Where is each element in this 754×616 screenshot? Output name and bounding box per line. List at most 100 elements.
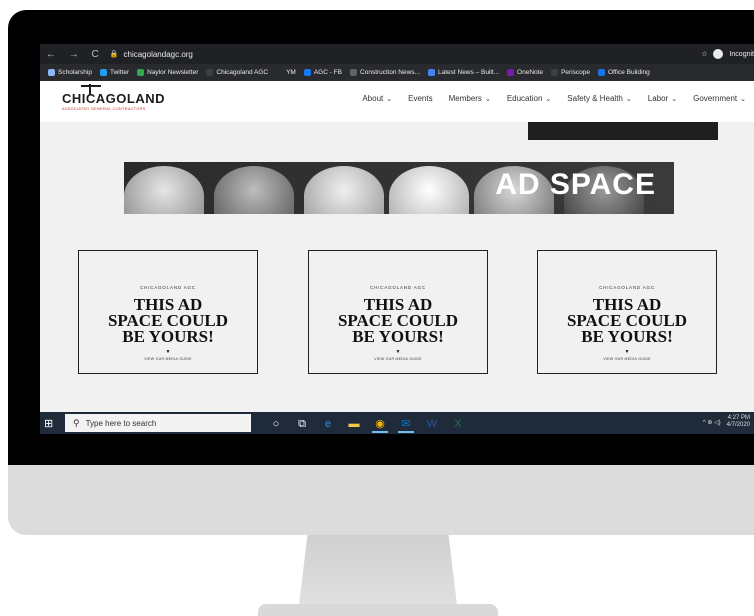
- media-guide-link[interactable]: VIEW OUR MEDIA GUIDE: [538, 357, 716, 361]
- outlook-icon[interactable]: ✉: [398, 415, 414, 433]
- tray-icons[interactable]: ^ ⊕ ◁): [703, 419, 721, 426]
- lock-icon: 🔒: [109, 51, 119, 58]
- chevron-down-icon: ⌄: [545, 96, 552, 103]
- bookmark-item[interactable]: Naylor Newsletter: [137, 69, 198, 76]
- ad-box[interactable]: CHICAGOLAND AGC THIS AD SPACE COULD BE YOUR…: [308, 250, 488, 374]
- excel-icon[interactable]: X: [450, 416, 466, 432]
- monitor-screen: ← → C 🔒 chicagolandagc.org ☆ Incognit Sc…: [40, 44, 754, 434]
- crane-logo-icon: [81, 84, 101, 95]
- windows-taskbar: ⊞ ⚲ Type here to search ○ ⧉ e ▬ ◉ ✉ W X ^ ⊕ ◁) …: [40, 412, 754, 434]
- chevron-down-icon: ⌄: [671, 96, 678, 103]
- windows-start-icon[interactable]: ⊞: [44, 417, 53, 430]
- bookmarks-bar: Scholarship Twitter Naylor Newsletter Chica…: [40, 64, 754, 81]
- ad-headline-line: BE YOURS!: [122, 327, 214, 346]
- bookmark-icon: [99, 69, 107, 76]
- clock-date: 4/7/2020: [726, 422, 750, 428]
- bookmark-icon: [427, 69, 435, 76]
- incognito-avatar-icon[interactable]: [713, 49, 724, 59]
- bookmark-icon: [350, 69, 358, 76]
- bookmark-label: Naylor Newsletter: [147, 69, 199, 76]
- nav-item-label: Government: [693, 94, 738, 103]
- site-logo[interactable]: CHICAGOLAND ASSOCIATED GENERAL CONTRACTO…: [62, 84, 165, 111]
- bookmark-label: Chicagoland AGC: [216, 69, 269, 76]
- triangle-down-icon: ▼: [624, 349, 630, 355]
- nav-item-education[interactable]: Education ⌄: [507, 94, 551, 103]
- chevron-down-icon: ⌄: [740, 96, 746, 103]
- bookmark-icon: [137, 69, 145, 76]
- nav-item-label: Education: [506, 94, 543, 103]
- bookmark-icon: [303, 69, 311, 76]
- bookmark-icon: [276, 69, 284, 76]
- nav-item-label: Events: [408, 94, 433, 103]
- bookmark-item[interactable]: Office Building: [597, 69, 650, 76]
- bookmark-label: Construction News...: [360, 69, 420, 76]
- site-header: CHICAGOLAND ASSOCIATED GENERAL CONTRACTO…: [40, 81, 754, 122]
- nav-item-safety-health[interactable]: Safety & Health ⌄: [567, 94, 631, 103]
- hardhat-image: [304, 166, 384, 214]
- chevron-down-icon: ⌄: [386, 96, 393, 103]
- profile-label[interactable]: Incognit: [729, 51, 754, 58]
- nav-item-labor[interactable]: Labor ⌄: [648, 94, 677, 103]
- bookmark-icon: [551, 69, 559, 76]
- bookmark-label: Twitter: [109, 69, 130, 76]
- search-icon: ⚲: [73, 417, 80, 428]
- taskbar-search-box[interactable]: ⚲ Type here to search: [65, 414, 251, 432]
- bookmark-item[interactable]: OneNote: [507, 69, 543, 76]
- bookmark-item[interactable]: Twitter: [99, 69, 130, 76]
- ad-space-banner[interactable]: AD SPACE: [124, 162, 674, 214]
- bookmark-item[interactable]: Periscope: [551, 69, 590, 76]
- ad-box[interactable]: CHICAGOLAND AGC THIS AD SPACE COULD BE YOUR…: [537, 250, 717, 374]
- monitor-stand-foot: [258, 604, 498, 616]
- ad-headline: THIS AD SPACE COULD BE YOURS!: [309, 296, 487, 345]
- taskbar-clock[interactable]: 4:27 PM 4/7/2020: [727, 415, 750, 429]
- logo-text: CHICAGOLAND: [62, 91, 165, 106]
- nav-item-label: Safety & Health: [567, 94, 623, 103]
- task-view-icon[interactable]: ⧉: [294, 416, 310, 432]
- nav-item-label: Labor: [647, 94, 669, 103]
- main-navigation: About ⌄ Events Members ⌄ Education ⌄ Safety & H…: [362, 94, 746, 103]
- nav-item-members[interactable]: Members ⌄: [449, 94, 491, 103]
- monitor-stand-neck: [298, 534, 458, 613]
- ad-box[interactable]: CHICAGOLAND AGC THIS AD SPACE COULD BE YOUR…: [78, 250, 258, 374]
- bookmark-label: Scholarship: [58, 69, 92, 76]
- search-placeholder: Type here to search: [85, 418, 157, 428]
- bookmark-item[interactable]: AGC - FB: [303, 69, 342, 76]
- star-icon[interactable]: ☆: [701, 50, 707, 58]
- cortana-icon[interactable]: ○: [268, 416, 284, 432]
- file-explorer-icon[interactable]: ▬: [346, 416, 362, 432]
- browser-address-bar: ← → C 🔒 chicagolandagc.org ☆ Incognit: [40, 44, 754, 64]
- word-icon[interactable]: W: [424, 416, 440, 432]
- bookmark-item[interactable]: Latest News – Built...: [427, 69, 499, 76]
- bookmark-item[interactable]: Construction News...: [350, 69, 420, 76]
- chevron-down-icon: ⌄: [484, 96, 491, 103]
- system-tray: ^ ⊕ ◁) 4:27 PM 4/7/2020: [703, 415, 750, 429]
- media-guide-link[interactable]: VIEW OUR MEDIA GUIDE: [309, 357, 487, 361]
- bookmark-label: OneNote: [517, 69, 544, 76]
- browser-nav-icons[interactable]: ← → C: [46, 49, 104, 60]
- bookmark-item[interactable]: Chicagoland AGC: [206, 69, 268, 76]
- nav-item-label: Members: [448, 94, 482, 103]
- hardhat-image: [214, 166, 294, 214]
- media-guide-link[interactable]: VIEW OUR MEDIA GUIDE: [79, 357, 257, 361]
- nav-item-events[interactable]: Events: [408, 94, 432, 103]
- edge-icon[interactable]: e: [320, 416, 336, 432]
- triangle-down-icon: ▼: [395, 349, 401, 355]
- chrome-icon[interactable]: ◉: [372, 415, 388, 433]
- monitor-chin: [8, 465, 754, 535]
- ad-kicker: CHICAGOLAND AGC: [140, 285, 196, 290]
- ad-headline: THIS AD SPACE COULD BE YOURS!: [79, 296, 257, 346]
- ad-headline: THIS AD SPACE COULD BE YOURS!: [538, 296, 716, 345]
- bookmark-label: Office Building: [607, 69, 650, 76]
- triangle-down-icon: ▼: [165, 349, 171, 355]
- bookmark-item[interactable]: Scholarship: [48, 69, 92, 76]
- bookmark-item[interactable]: YM: [276, 69, 296, 76]
- nav-item-about[interactable]: About ⌄: [362, 94, 392, 103]
- bookmark-icon: [48, 69, 55, 76]
- url-field[interactable]: chicagolandagc.org: [124, 50, 193, 59]
- ad-kicker: CHICAGOLAND AGC: [370, 285, 426, 290]
- taskbar-apps: ○ ⧉ e ▬ ◉ ✉ W X: [268, 415, 466, 433]
- clock-time: 4:27 PM: [727, 415, 750, 421]
- browser-right-controls: ☆ Incognit: [701, 44, 754, 64]
- bookmark-label: Periscope: [561, 69, 590, 76]
- nav-item-government[interactable]: Government ⌄: [693, 94, 746, 103]
